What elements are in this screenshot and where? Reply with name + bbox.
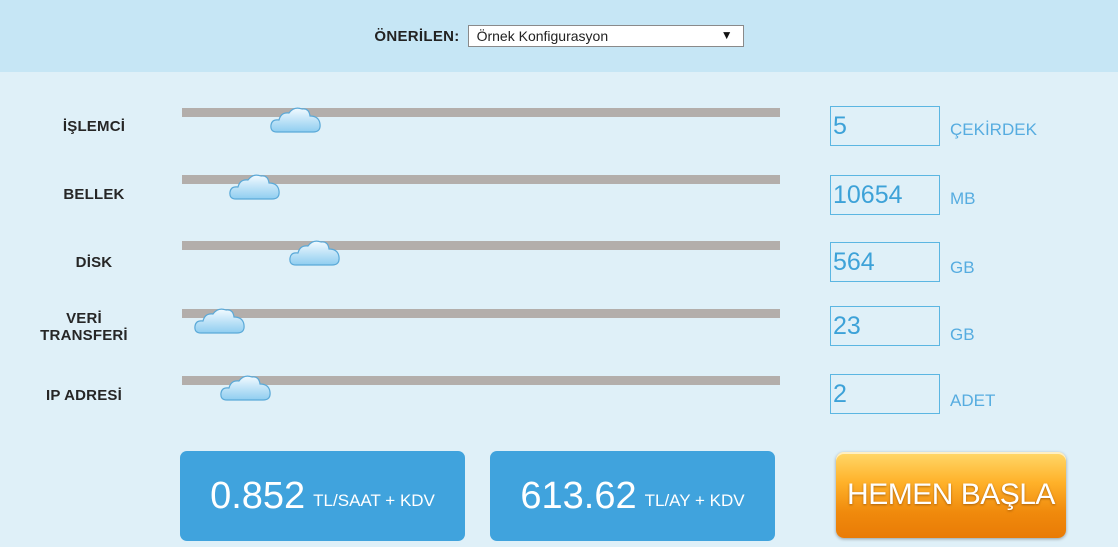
data-transfer-unit: GB xyxy=(950,325,975,344)
disk-value-field[interactable]: 564 xyxy=(830,242,940,282)
memory-label: BELLEK xyxy=(63,186,125,203)
data-transfer-label: VERİ TRANSFERİ xyxy=(28,310,140,344)
data-transfer-label-line2: TRANSFERİ xyxy=(40,327,128,344)
recommended-config-select[interactable]: Örnek Konfigurasyon ▼ xyxy=(467,25,744,47)
cloud-icon[interactable] xyxy=(193,305,247,335)
data-transfer-label-line1: VERİ xyxy=(66,310,102,327)
hourly-price-suffix: TL/SAAT + KDV xyxy=(313,491,435,510)
hourly-price-amount: 0.852 xyxy=(210,474,306,517)
disk-slider-track[interactable] xyxy=(182,241,780,250)
cloud-icon[interactable] xyxy=(269,104,323,134)
recommended-bar: ÖNERİLEN: Örnek Konfigurasyon ▼ xyxy=(0,0,1118,72)
cpu-label: İŞLEMCİ xyxy=(62,118,126,135)
recommended-label: ÖNERİLEN: xyxy=(374,27,460,45)
monthly-price-amount: 613.62 xyxy=(520,474,637,517)
cpu-unit: ÇEKİRDEK xyxy=(950,120,1037,139)
start-now-button[interactable]: HEMEN BAŞLA xyxy=(836,452,1066,538)
ip-address-value-field[interactable]: 2 xyxy=(830,374,940,414)
cloud-icon[interactable] xyxy=(228,171,282,201)
configurator-panel: ÖNERİLEN: Örnek Konfigurasyon ▼ İŞLEMCİ … xyxy=(0,0,1118,547)
data-transfer-value-field[interactable]: 23 xyxy=(830,306,940,346)
select-value: Örnek Konfigurasyon xyxy=(476,28,609,44)
dropdown-arrow-icon: ▼ xyxy=(720,28,733,42)
disk-unit: GB xyxy=(950,258,975,277)
cloud-icon[interactable] xyxy=(219,372,273,402)
memory-unit: MB xyxy=(950,189,976,208)
monthly-price-box: 613.62 TL/AY + KDV xyxy=(490,451,775,541)
data-transfer-slider-track[interactable] xyxy=(182,309,780,318)
memory-value-field[interactable]: 10654 xyxy=(830,175,940,215)
hourly-price-box: 0.852 TL/SAAT + KDV xyxy=(180,451,465,541)
ip-address-label: IP ADRESİ xyxy=(46,387,122,404)
monthly-price-suffix: TL/AY + KDV xyxy=(644,491,745,510)
cloud-icon[interactable] xyxy=(288,237,342,267)
cpu-value-field[interactable]: 5 xyxy=(830,106,940,146)
disk-label: DİSK xyxy=(75,254,113,271)
ip-address-unit: ADET xyxy=(950,391,996,410)
